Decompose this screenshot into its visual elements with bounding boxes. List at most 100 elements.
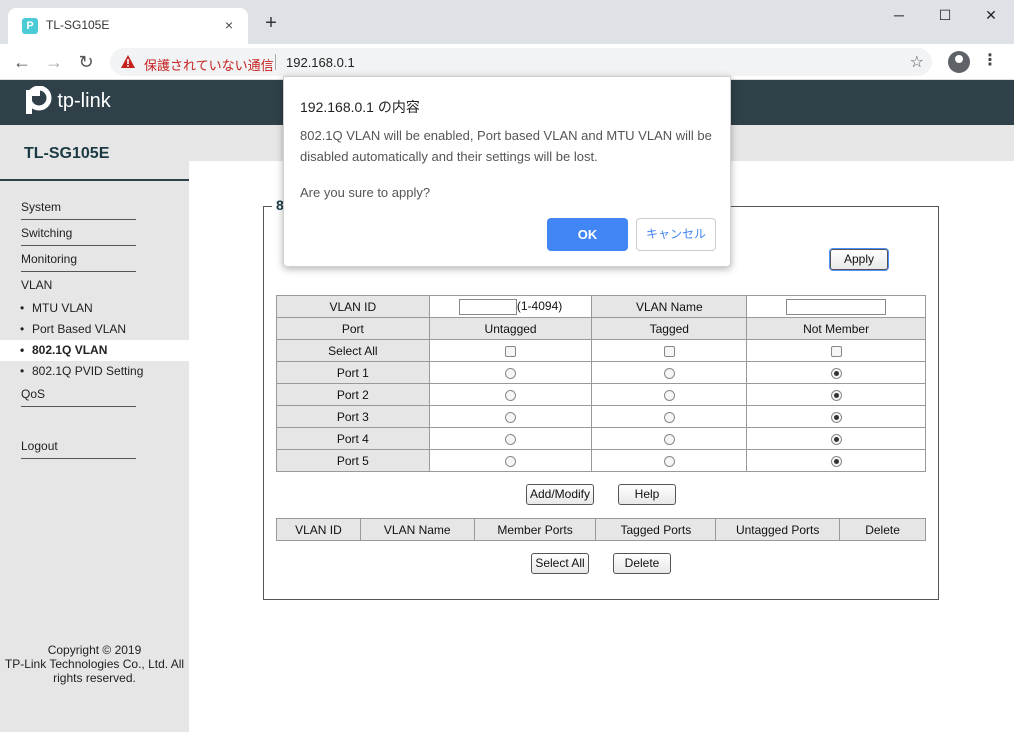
cell bbox=[428, 339, 593, 362]
tplink-favicon-icon: P bbox=[22, 18, 38, 34]
select-all-untagged-checkbox[interactable] bbox=[505, 345, 517, 357]
table-row: Port 2 bbox=[276, 383, 926, 406]
port5-not-member-radio[interactable] bbox=[830, 455, 842, 467]
cell bbox=[746, 427, 926, 450]
sidebar-subitem-mtu-vlan[interactable]: • MTU VLAN bbox=[20, 301, 93, 315]
brand-name: tp-link bbox=[57, 89, 111, 112]
table-row: Port 4 bbox=[276, 427, 926, 450]
vlan-id-input[interactable] bbox=[458, 298, 517, 315]
reload-icon[interactable]: ↻ bbox=[74, 50, 98, 74]
help-button[interactable]: Help bbox=[618, 484, 676, 505]
port-label: Port 2 bbox=[276, 383, 430, 406]
browser-toolbar: ← → ↻ 保護されていない通信 192.168.0.1 ☆ ⋮ bbox=[0, 44, 1014, 80]
tab-close-icon[interactable]: × bbox=[220, 16, 238, 34]
dialog-question: Are you sure to apply? bbox=[300, 185, 431, 200]
select-all-not-member-checkbox[interactable] bbox=[830, 345, 842, 357]
port2-untagged-radio[interactable] bbox=[505, 389, 517, 401]
browser-tab[interactable]: P TL-SG105E × bbox=[8, 8, 248, 44]
cell bbox=[428, 383, 593, 406]
insecure-label[interactable]: 保護されていない通信 bbox=[144, 55, 274, 74]
port1-not-member-radio[interactable] bbox=[830, 367, 842, 379]
confirm-dialog: 192.168.0.1 の内容 802.1Q VLAN will be enab… bbox=[283, 76, 731, 267]
cancel-button[interactable]: キャンセル bbox=[636, 218, 716, 251]
table-row: VLAN ID (1-4094) VLAN Name bbox=[276, 295, 926, 318]
sidebar-item-system[interactable]: System bbox=[21, 200, 136, 220]
port-label: Port 3 bbox=[276, 405, 430, 428]
vlan-id-label: VLAN ID bbox=[276, 295, 430, 318]
list-header-untagged-ports: Untagged Ports bbox=[715, 518, 841, 541]
profile-avatar-icon[interactable] bbox=[948, 51, 970, 73]
cell bbox=[746, 449, 926, 472]
sidebar-item-monitoring[interactable]: Monitoring bbox=[21, 252, 136, 272]
port5-tagged-radio[interactable] bbox=[663, 455, 675, 467]
port2-not-member-radio[interactable] bbox=[830, 389, 842, 401]
port1-untagged-radio[interactable] bbox=[505, 367, 517, 379]
apply-button[interactable]: Apply bbox=[830, 249, 888, 270]
new-tab-icon[interactable]: + bbox=[260, 12, 282, 34]
omnibox-divider bbox=[275, 54, 276, 70]
sidebar-item-logout[interactable]: Logout bbox=[21, 439, 136, 459]
port3-untagged-radio[interactable] bbox=[505, 411, 517, 423]
sidebar-divider bbox=[0, 179, 189, 181]
sidebar-item-switching[interactable]: Switching bbox=[21, 226, 136, 246]
delete-button[interactable]: Delete bbox=[613, 553, 671, 574]
port4-tagged-radio[interactable] bbox=[663, 433, 675, 445]
sidebar-subitem-8021q-vlan[interactable]: • 802.1Q VLAN bbox=[20, 343, 107, 357]
vlan-name-input[interactable] bbox=[786, 298, 887, 315]
tab-strip: P TL-SG105E × + ─ ☐ ✕ bbox=[0, 0, 1014, 44]
add-modify-button[interactable]: Add/Modify bbox=[526, 484, 594, 505]
port2-tagged-radio[interactable] bbox=[663, 389, 675, 401]
cell bbox=[428, 449, 593, 472]
sidebar-item-qos[interactable]: QoS bbox=[21, 387, 136, 407]
tab-title: TL-SG105E bbox=[46, 18, 110, 32]
cell bbox=[591, 405, 748, 428]
table-row: Select All bbox=[276, 339, 926, 362]
sidebar: System Switching Monitoring VLAN • MTU VL… bbox=[0, 161, 189, 732]
minimize-icon[interactable]: ─ bbox=[876, 0, 922, 30]
vlan-membership-table: VLAN ID (1-4094) VLAN Name Port Untagged… bbox=[276, 295, 926, 472]
list-header-delete: Delete bbox=[839, 518, 926, 541]
list-header-tagged-ports: Tagged Ports bbox=[595, 518, 717, 541]
sidebar-item-vlan[interactable]: VLAN bbox=[21, 278, 136, 298]
tplink-logo-icon bbox=[26, 86, 52, 114]
port3-not-member-radio[interactable] bbox=[830, 411, 842, 423]
back-icon[interactable]: ← bbox=[10, 50, 34, 74]
port4-untagged-radio[interactable] bbox=[505, 433, 517, 445]
port-label: Port 5 bbox=[276, 449, 430, 472]
port4-not-member-radio[interactable] bbox=[830, 433, 842, 445]
maximize-icon[interactable]: ☐ bbox=[922, 0, 968, 30]
port-label: Port 1 bbox=[276, 361, 430, 384]
untagged-header: Untagged bbox=[428, 317, 593, 340]
cell bbox=[746, 405, 926, 428]
bookmark-star-icon[interactable]: ☆ bbox=[910, 52, 924, 72]
ok-button[interactable]: OK bbox=[547, 218, 628, 251]
port3-tagged-radio[interactable] bbox=[663, 411, 675, 423]
vlan-id-cell: (1-4094) bbox=[428, 295, 593, 318]
forward-icon[interactable]: → bbox=[42, 50, 66, 74]
port1-tagged-radio[interactable] bbox=[663, 367, 675, 379]
url-text[interactable]: 192.168.0.1 bbox=[286, 55, 355, 70]
cell bbox=[428, 405, 593, 428]
table-row: Port Untagged Tagged Not Member bbox=[276, 317, 926, 340]
select-all-tagged-checkbox[interactable] bbox=[663, 345, 675, 357]
menu-kebab-icon[interactable]: ⋮ bbox=[982, 50, 998, 70]
select-all-button[interactable]: Select All bbox=[531, 553, 589, 574]
cell bbox=[591, 339, 748, 362]
close-window-icon[interactable]: ✕ bbox=[968, 0, 1014, 30]
port-label: Port 4 bbox=[276, 427, 430, 450]
list-header-member-ports: Member Ports bbox=[473, 518, 597, 541]
cell bbox=[591, 427, 748, 450]
address-bar[interactable]: 保護されていない通信 192.168.0.1 ☆ bbox=[110, 48, 932, 76]
port5-untagged-radio[interactable] bbox=[505, 455, 517, 467]
table-row: Port 5 bbox=[276, 449, 926, 472]
sidebar-subitem-port-based-vlan[interactable]: • Port Based VLAN bbox=[20, 322, 126, 336]
tagged-header: Tagged bbox=[591, 317, 748, 340]
vlan-name-label: VLAN Name bbox=[591, 295, 748, 318]
vlan-id-range: (1-4094) bbox=[516, 298, 563, 313]
table-row: VLAN ID VLAN Name Member Ports Tagged Po… bbox=[276, 518, 926, 541]
cell bbox=[591, 449, 748, 472]
sidebar-subitem-pvid-setting[interactable]: • 802.1Q PVID Setting bbox=[20, 364, 143, 378]
list-header-vlan-name: VLAN Name bbox=[359, 518, 475, 541]
table-row: Port 1 bbox=[276, 361, 926, 384]
table-row: Port 3 bbox=[276, 405, 926, 428]
